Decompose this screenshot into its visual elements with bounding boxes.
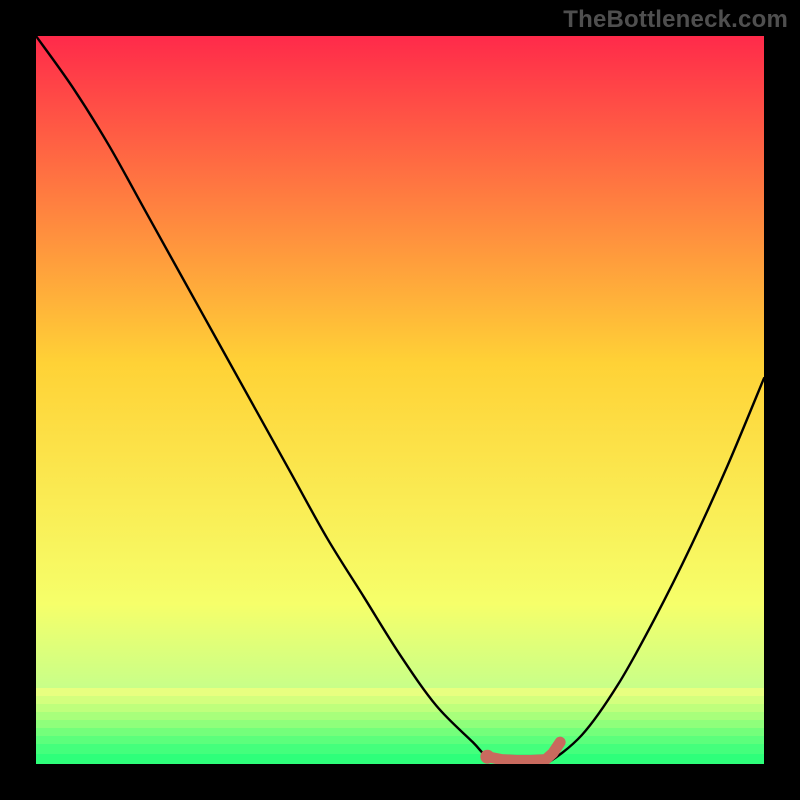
watermark-label: TheBottleneck.com xyxy=(563,6,788,34)
plot-area xyxy=(36,36,764,764)
plot-svg xyxy=(36,36,764,764)
optimal-range-start-dot xyxy=(480,750,494,764)
chart-frame: TheBottleneck.com xyxy=(0,0,800,800)
green-bands xyxy=(36,688,764,764)
